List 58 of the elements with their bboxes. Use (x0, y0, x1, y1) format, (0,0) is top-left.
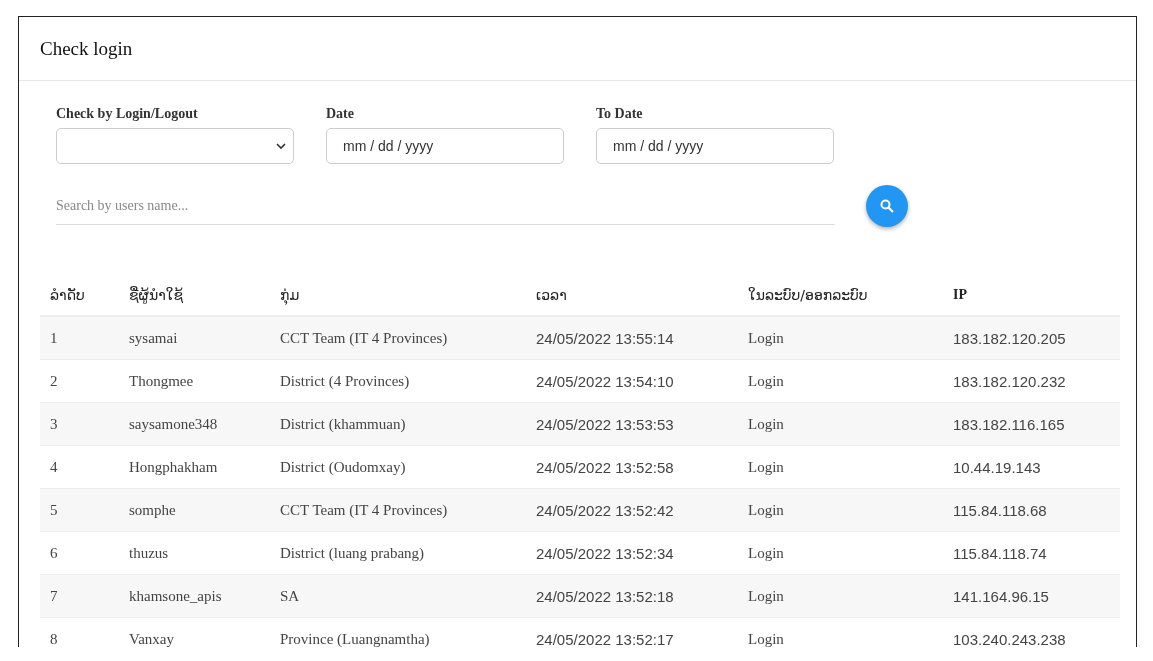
table-cell: SA (280, 574, 536, 618)
table-cell: 24/05/2022 13:53:53 (536, 402, 748, 446)
table-cell: 115.84.118.68 (953, 488, 1120, 532)
date-field[interactable]: mm / dd / yyyy (326, 128, 564, 164)
table-cell: 8 (40, 617, 129, 647)
page-title: Check login (40, 37, 133, 60)
table-cell: 24/05/2022 13:52:42 (536, 488, 748, 532)
table-cell: Login (748, 402, 953, 446)
table-cell: 6 (40, 531, 129, 575)
table-cell: 24/05/2022 13:52:18 (536, 574, 748, 618)
table-cell: 3 (40, 402, 129, 446)
date-field[interactable]: mm / dd / yyyy (596, 128, 834, 164)
table-cell: 183.182.116.165 (953, 402, 1120, 446)
table-cell: 24/05/2022 13:55:14 (536, 316, 748, 360)
table-cell: Login (748, 531, 953, 575)
table-cell: 1 (40, 316, 129, 360)
table-cell: Hongphakham (129, 445, 280, 489)
table-cell: somphe (129, 488, 280, 532)
table-cell: 2 (40, 359, 129, 403)
table-cell: khamsone_apis (129, 574, 280, 618)
table-cell: 24/05/2022 13:52:34 (536, 531, 748, 575)
table-cell: Login (748, 574, 953, 618)
table-cell: 141.164.96.15 (953, 574, 1120, 618)
field-label: Date (326, 106, 355, 122)
table-cell: Login (748, 617, 953, 647)
table-cell: District (khammuan) (280, 402, 536, 446)
table-cell: District (4 Provinces) (280, 359, 536, 403)
field-label: Check by Login/Logout (56, 106, 199, 122)
table-cell: 103.240.243.238 (953, 617, 1120, 647)
table-cell: Login (748, 488, 953, 532)
table-cell: thuzus (129, 531, 280, 575)
table-cell: 115.84.118.74 (953, 531, 1120, 575)
table-cell: Login (748, 316, 953, 360)
table-cell: 24/05/2022 13:52:58 (536, 445, 748, 489)
table-cell: District (luang prabang) (280, 531, 536, 575)
search-icon (880, 199, 894, 213)
table-cell: Login (748, 445, 953, 489)
table-cell: 5 (40, 488, 129, 532)
table-cell: 183.182.120.232 (953, 359, 1120, 403)
field-label: To Date (596, 106, 644, 122)
table-cell: Province (Luangnamtha) (280, 617, 536, 647)
table-cell: Thongmee (129, 359, 280, 403)
table-cell: District (Oudomxay) (280, 445, 536, 489)
table-cell: saysamone348 (129, 402, 280, 446)
table-cell: Vanxay (129, 617, 280, 647)
table-cell: 7 (40, 574, 129, 618)
table-cell: 24/05/2022 13:54:10 (536, 359, 748, 403)
table-cell: 4 (40, 445, 129, 489)
table-cell: CCT Team (IT 4 Provinces) (280, 488, 536, 532)
table-cell: Login (748, 359, 953, 403)
table-cell: 24/05/2022 13:52:17 (536, 617, 748, 647)
table-cell: CCT Team (IT 4 Provinces) (280, 316, 536, 360)
table-cell: 10.44.19.143 (953, 445, 1120, 489)
search-button[interactable] (866, 185, 908, 227)
caret-icon (276, 142, 286, 150)
table-cell: sysamai (129, 316, 280, 360)
dropdown-field[interactable] (56, 128, 294, 164)
table-cell: 183.182.120.205 (953, 316, 1120, 360)
